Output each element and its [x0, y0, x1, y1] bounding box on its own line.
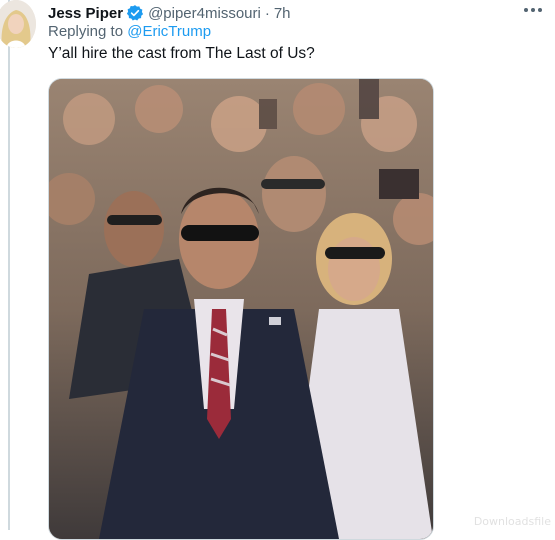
tweet-media-image[interactable] [48, 78, 434, 540]
more-options-icon[interactable] [521, 0, 545, 20]
tweet-text: Y’all hire the cast from The Last of Us? [48, 45, 315, 62]
crowd-photo [49, 79, 433, 539]
avatar-image [0, 0, 36, 48]
avatar[interactable] [0, 0, 36, 48]
author-handle[interactable]: @piper4missouri [148, 5, 261, 22]
thread-line [8, 0, 10, 530]
separator-dot: · [264, 4, 270, 22]
mention-link[interactable]: @EricTrump [127, 23, 211, 40]
timestamp[interactable]: 7h [274, 5, 291, 22]
author-name[interactable]: Jess Piper [48, 5, 123, 22]
tweet-header: Jess Piper @piper4missouri · 7h [48, 2, 291, 24]
watermark: Downloadsfile [473, 515, 551, 528]
replying-to-line: Replying to @EricTrump [48, 23, 211, 40]
replying-prefix: Replying to [48, 23, 124, 40]
verified-badge-icon [126, 4, 144, 22]
